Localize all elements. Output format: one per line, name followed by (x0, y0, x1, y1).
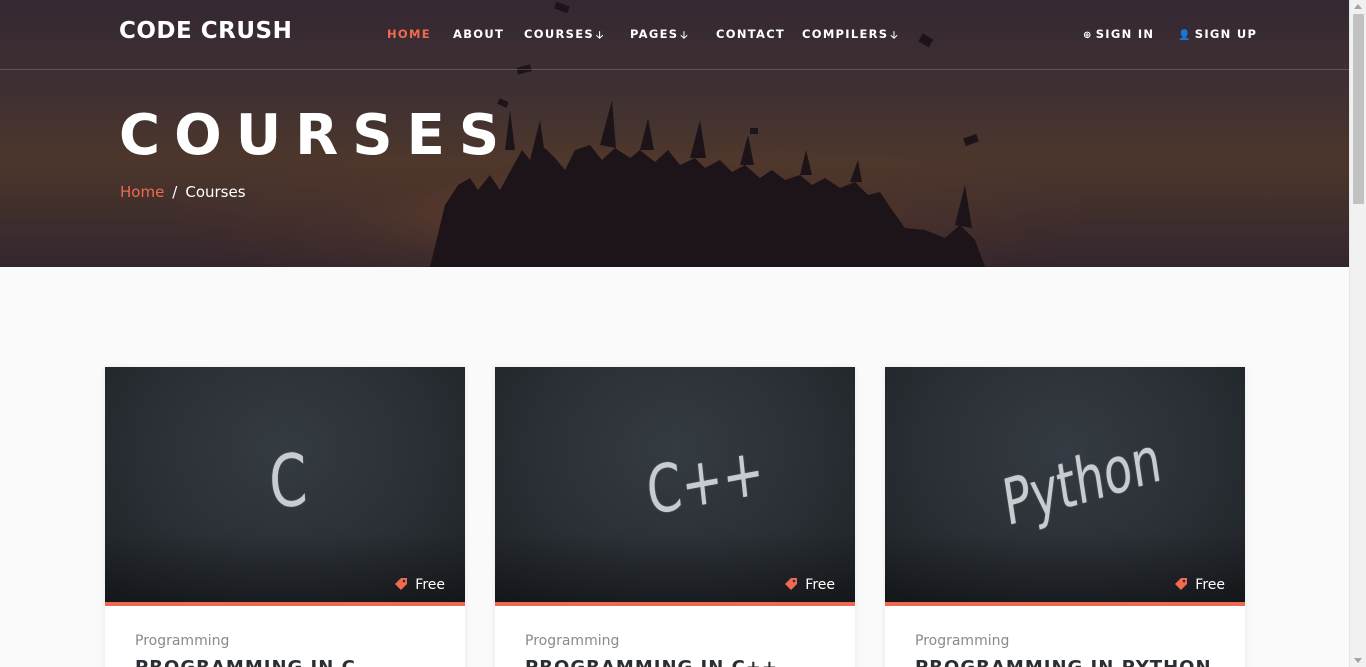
nav-item-courses[interactable]: COURSES 🡣 (524, 27, 604, 45)
page-title: COURSES (119, 103, 514, 168)
page-scrollbar[interactable] (1349, 0, 1366, 667)
nav-item-compilers[interactable]: COMPILERS 🡣 (802, 27, 899, 45)
price-label: Free (1195, 577, 1225, 593)
nav-item-about[interactable]: ABOUT (453, 27, 504, 41)
chevron-down-icon: 🡣 (680, 30, 689, 41)
chevron-down-icon: 🡣 (595, 30, 605, 41)
price-label: Free (805, 577, 835, 593)
breadcrumb-current: Courses (185, 183, 246, 201)
course-title[interactable]: PROGRAMMING IN C (135, 657, 356, 667)
course-title[interactable]: PROGRAMMING IN PYTHON (915, 657, 1212, 667)
breadcrumb-separator: / (172, 183, 178, 201)
nav-item-contact[interactable]: CONTACT (716, 27, 785, 41)
nav-item-home[interactable]: HOME (387, 27, 431, 41)
price-badge: Free (1175, 577, 1225, 593)
scrollbar-thumb[interactable] (1353, 14, 1364, 204)
course-thumbnail[interactable]: Python (885, 367, 1245, 606)
main-navbar: CODE CRUSH HOME ABOUT COURSES 🡣 PAGES 🡣 CO… (0, 0, 1349, 70)
course-card-python[interactable]: Python Free Programming PROGRAMMING IN P… (885, 367, 1245, 667)
tag-icon (1175, 578, 1188, 590)
nav-item-label: HOME (387, 27, 431, 41)
tag-icon (395, 578, 408, 590)
chalk-text: C (267, 437, 310, 525)
price-label: Free (415, 577, 445, 593)
breadcrumb: Home / Courses (120, 183, 246, 201)
nav-item-label: PAGES (630, 27, 679, 41)
sign-in-icon: ⊕ (1083, 30, 1093, 41)
scroll-down-arrow-icon[interactable] (1354, 658, 1362, 663)
user-icon: 👤 (1178, 30, 1192, 41)
scroll-up-arrow-icon[interactable] (1354, 4, 1362, 9)
brand-logo[interactable]: CODE CRUSH (119, 18, 292, 44)
course-thumbnail[interactable]: C (105, 367, 465, 606)
breadcrumb-home-link[interactable]: Home (120, 183, 164, 201)
nav-item-pages[interactable]: PAGES 🡣 (630, 27, 689, 45)
nav-item-label: COURSES (524, 27, 594, 41)
chalk-text: Python (998, 422, 1166, 542)
sign-in-label: SIGN IN (1095, 27, 1155, 41)
sign-in-link[interactable]: ⊕ SIGN IN (1083, 27, 1154, 41)
price-badge: Free (785, 577, 835, 593)
price-badge: Free (395, 577, 445, 593)
course-category: Programming (525, 633, 620, 649)
nav-item-label: CONTACT (716, 27, 786, 41)
tag-icon (785, 578, 798, 590)
nav-item-label: COMPILERS (802, 27, 889, 41)
nav-item-label: ABOUT (453, 27, 505, 41)
course-thumbnail[interactable]: C++ (495, 367, 855, 606)
course-category: Programming (915, 633, 1010, 649)
course-card-cpp[interactable]: C++ Free Programming PROGRAMMING IN C++ (495, 367, 855, 667)
course-card-c[interactable]: C Free Programming PROGRAMMING IN C (105, 367, 465, 667)
course-title[interactable]: PROGRAMMING IN C++ (525, 657, 778, 667)
sign-up-link[interactable]: 👤 SIGN UP (1178, 27, 1257, 41)
chevron-down-icon: 🡣 (890, 30, 899, 41)
chalk-text: C++ (643, 432, 768, 531)
sign-up-label: SIGN UP (1194, 27, 1258, 41)
course-category: Programming (135, 633, 230, 649)
